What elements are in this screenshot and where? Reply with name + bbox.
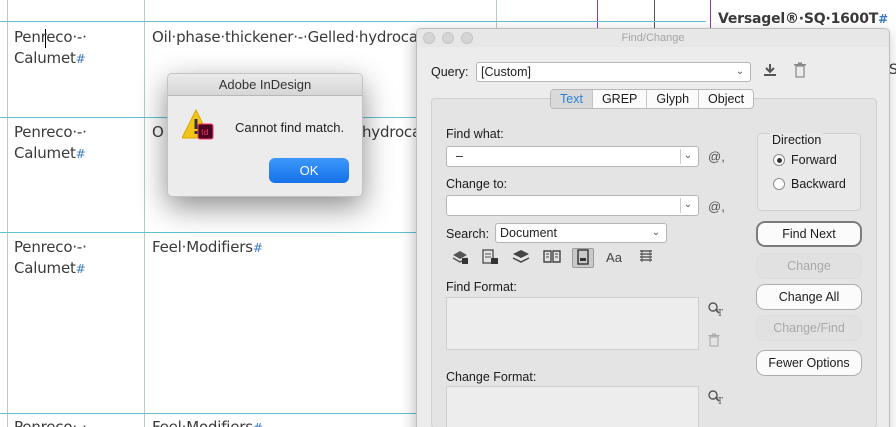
table-cell-fragment: hydroca — [362, 123, 421, 141]
table-cell[interactable]: Feel·Modifiers# — [152, 237, 263, 259]
search-label: Search: — [446, 227, 490, 241]
find-change-panel: Find/Change Query: [Custom] ⌄ Text GREP … — [416, 28, 890, 427]
column-divider — [654, 0, 655, 30]
chevron-down-icon: ⌄ — [651, 227, 661, 238]
panel-title: Find/Change — [621, 32, 685, 44]
table-cell[interactable]: Penreco·-· — [14, 417, 87, 427]
change-format-box[interactable] — [446, 386, 699, 427]
row-divider — [0, 232, 416, 233]
find-next-button[interactable]: Find Next — [756, 221, 862, 247]
backward-radio[interactable] — [773, 178, 785, 190]
table-cell[interactable]: Feel·Modifiers# — [152, 417, 263, 427]
chevron-down-icon: ⌄ — [735, 66, 745, 77]
save-query-icon[interactable] — [762, 62, 778, 81]
pilcrow-mark: # — [75, 52, 86, 66]
query-select[interactable]: [Custom] ⌄ — [476, 62, 751, 82]
forward-radio[interactable] — [773, 154, 785, 166]
panel-titlebar[interactable]: Find/Change — [417, 29, 889, 47]
find-what-value: – — [456, 149, 463, 163]
specify-change-format-icon[interactable]: T — [707, 389, 723, 408]
forward-label[interactable]: Forward — [791, 153, 837, 167]
zoom-button[interactable] — [461, 32, 473, 44]
table-cell[interactable]: Oil·phase·thickener·-·Gelled·hydroca — [152, 27, 418, 48]
svg-text:T: T — [717, 309, 723, 317]
tab-grep[interactable]: GREP — [593, 90, 648, 108]
backward-label[interactable]: Backward — [791, 177, 846, 191]
change-all-button[interactable]: Change All — [756, 284, 862, 310]
chevron-down-icon[interactable]: ⌄ — [681, 147, 695, 165]
include-master-pages-icon[interactable] — [541, 248, 563, 268]
column-divider — [144, 0, 145, 427]
find-format-box[interactable] — [446, 297, 699, 350]
screen: Penreco·-· Calumet# Oil·phase·thickener·… — [0, 0, 896, 427]
column-divider — [597, 0, 598, 30]
table-cell[interactable]: Penreco·-· — [14, 122, 87, 143]
alert-message: Cannot find match. — [235, 120, 345, 135]
include-hidden-layers-icon[interactable] — [510, 248, 532, 268]
table-cell[interactable]: Calumet# — [14, 143, 86, 165]
search-scope-value: Document — [500, 226, 557, 240]
tab-text[interactable]: Text — [551, 90, 593, 108]
change-find-button[interactable]: Change/Find — [756, 315, 862, 341]
find-format-label: Find Format: — [446, 280, 517, 294]
alert-dialog: Adobe InDesign Id Cannot find match. OK — [167, 73, 363, 197]
find-what-label: Find what: — [446, 127, 504, 141]
chevron-down-icon[interactable]: ⌄ — [681, 196, 695, 214]
row-divider — [0, 413, 416, 414]
close-button[interactable] — [423, 32, 435, 44]
change-button[interactable]: Change — [756, 253, 862, 279]
table-cell[interactable]: Calumet# — [14, 258, 86, 280]
change-to-label: Change to: — [446, 177, 508, 191]
clear-find-format-icon[interactable] — [708, 333, 720, 350]
include-locked-stories-icon[interactable] — [479, 249, 501, 269]
tab-object[interactable]: Object — [699, 90, 753, 108]
alert-title: Adobe InDesign — [168, 74, 362, 96]
fewer-options-button[interactable]: Fewer Options — [756, 350, 862, 376]
column-divider — [7, 0, 8, 427]
pilcrow-mark: # — [253, 421, 263, 427]
pilcrow-mark: # — [252, 241, 263, 255]
table-cell[interactable]: O — [152, 122, 164, 143]
pilcrow-mark: # — [75, 262, 86, 276]
app-badge-text: Id — [201, 128, 208, 137]
change-to-input[interactable]: ⌄ — [446, 195, 699, 216]
table-cell[interactable]: Penreco·-· — [14, 27, 87, 48]
special-characters-for-change-icon[interactable]: @, — [708, 199, 725, 214]
case-sensitive-icon[interactable]: Aa — [603, 248, 625, 268]
pilcrow-mark: # — [75, 147, 86, 161]
query-label: Query: — [431, 65, 469, 79]
table-cell-fragment: S — [889, 62, 896, 78]
pilcrow-mark: # — [878, 12, 888, 26]
ok-button[interactable]: OK — [269, 158, 349, 183]
search-mode-tabs: Text GREP Glyph Object — [550, 89, 755, 109]
delete-query-icon[interactable] — [793, 62, 807, 81]
find-what-input[interactable]: – ⌄ — [446, 146, 699, 167]
warning-icon: Id — [181, 108, 216, 144]
direction-group: Direction Forward Backward — [757, 133, 861, 211]
minimize-button[interactable] — [442, 32, 454, 44]
table-cell[interactable]: Penreco·-· — [14, 237, 87, 258]
search-scope-select[interactable]: Document ⌄ — [495, 223, 667, 243]
whole-word-icon[interactable] — [635, 248, 657, 268]
special-characters-for-find-icon[interactable]: @, — [708, 149, 725, 164]
column-divider — [496, 0, 497, 30]
specify-find-format-icon[interactable]: T — [707, 301, 723, 320]
query-value: [Custom] — [481, 65, 532, 79]
direction-label: Direction — [770, 133, 824, 147]
include-footnotes-icon[interactable] — [572, 248, 594, 268]
include-locked-layers-icon[interactable] — [449, 249, 471, 269]
tab-glyph[interactable]: Glyph — [647, 90, 700, 108]
table-cell[interactable]: Versagel®·SQ·1600T# — [718, 9, 888, 30]
table-cell[interactable]: Calumet# — [14, 48, 86, 70]
change-format-label: Change Format: — [446, 370, 537, 384]
svg-text:T: T — [717, 397, 723, 405]
